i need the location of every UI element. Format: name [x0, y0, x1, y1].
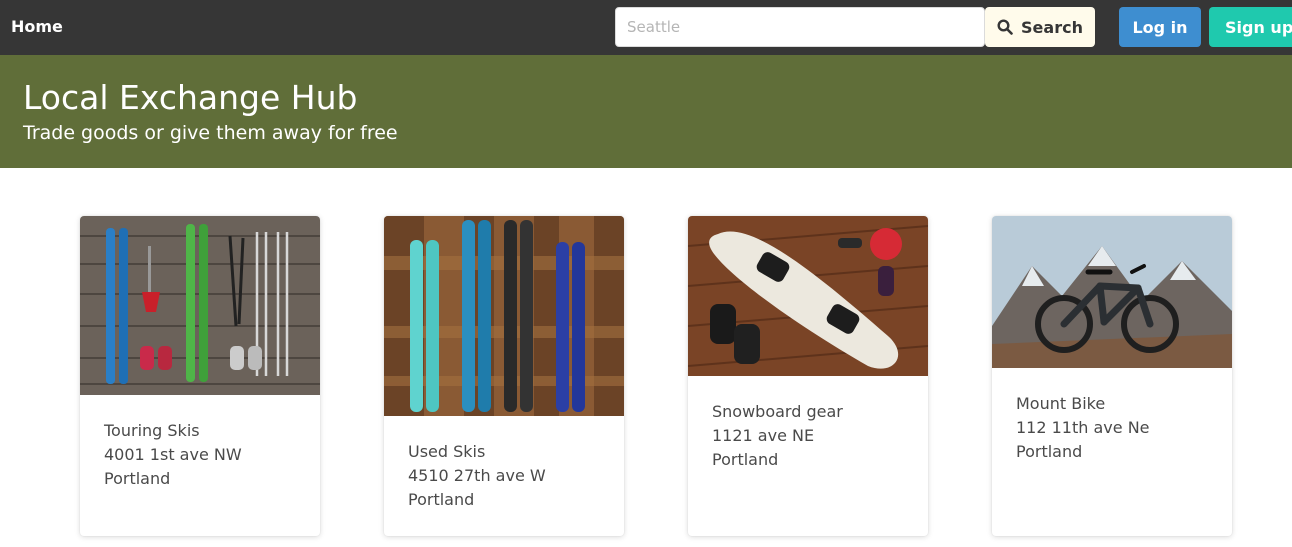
listing-info: Used Skis 4510 27th ave W Portland [408, 440, 546, 512]
search-input[interactable] [615, 7, 985, 47]
snowboard-photo-icon [688, 216, 928, 376]
listing-card[interactable]: Snowboard gear 1121 ave NE Portland [688, 216, 928, 536]
listing-city: Portland [408, 490, 475, 509]
search-button-label: Search [1021, 17, 1083, 37]
listing-address: 1121 ave NE [712, 426, 815, 445]
listing-address: 112 11th ave Ne [1016, 418, 1150, 437]
listing-address: 4001 1st ave NW [104, 445, 242, 464]
listing-title: Touring Skis [104, 421, 200, 440]
listing-title: Snowboard gear [712, 402, 843, 421]
home-link[interactable]: Home [11, 17, 63, 36]
listing-card[interactable]: Touring Skis 4001 1st ave NW Portland [80, 216, 320, 536]
page-subtitle: Trade goods or give them away for free [23, 122, 398, 144]
signup-button[interactable]: Sign up [1209, 7, 1292, 47]
hero-banner: Local Exchange Hub Trade goods or give t… [0, 55, 1292, 168]
listing-image[interactable] [80, 216, 320, 395]
search-icon [997, 19, 1013, 35]
listing-city: Portland [1016, 442, 1083, 461]
listing-info: Snowboard gear 1121 ave NE Portland [712, 400, 843, 472]
page-title: Local Exchange Hub [23, 78, 358, 117]
listing-card[interactable]: Used Skis 4510 27th ave W Portland [384, 216, 624, 536]
listing-title: Used Skis [408, 442, 486, 461]
listing-image[interactable] [688, 216, 928, 376]
skis-photo-icon [80, 216, 320, 395]
login-button[interactable]: Log in [1119, 7, 1201, 47]
listing-info: Touring Skis 4001 1st ave NW Portland [104, 419, 242, 491]
search-button[interactable]: Search [985, 7, 1095, 47]
listing-address: 4510 27th ave W [408, 466, 546, 485]
listing-image[interactable] [992, 216, 1232, 368]
top-navbar: Home Search Log in Sign up [0, 0, 1292, 55]
mountain-bike-photo-icon [992, 216, 1232, 368]
skis-photo-icon [384, 216, 624, 416]
listing-image[interactable] [384, 216, 624, 416]
listing-city: Portland [104, 469, 171, 488]
listing-card[interactable]: Mount Bike 112 11th ave Ne Portland [992, 216, 1232, 536]
listing-title: Mount Bike [1016, 394, 1106, 413]
listing-info: Mount Bike 112 11th ave Ne Portland [1016, 392, 1150, 464]
listing-city: Portland [712, 450, 779, 469]
